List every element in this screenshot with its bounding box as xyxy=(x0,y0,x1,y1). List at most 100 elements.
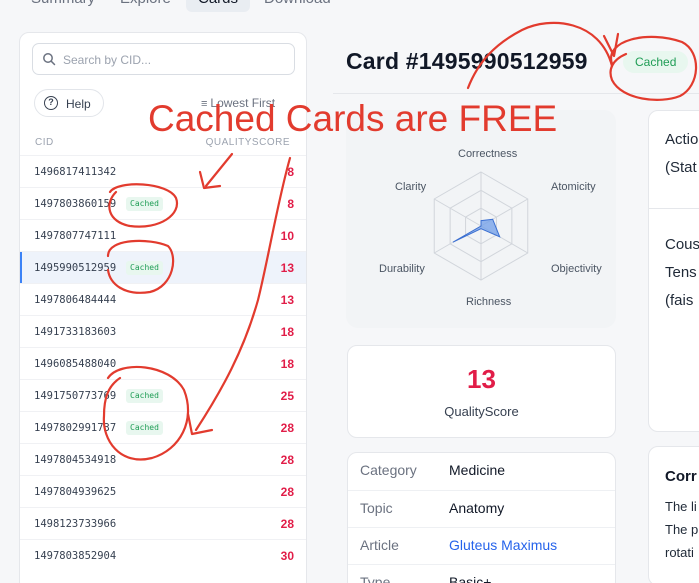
search-icon xyxy=(43,53,56,66)
meta-row-article: Article Gluteus Maximus xyxy=(348,527,615,564)
meta-value: Basic+ xyxy=(449,574,492,583)
quality-score: 8 xyxy=(287,197,294,211)
list-item[interactable]: 1497802991737 Cached 28 xyxy=(20,411,306,443)
meta-row-category: Category Medicine xyxy=(348,453,615,490)
quality-score: 13 xyxy=(280,261,294,275)
cached-badge: Cached xyxy=(126,197,163,211)
radar-label-durability: Durability xyxy=(379,263,425,275)
quality-score-value: 13 xyxy=(467,364,496,394)
tab-cards[interactable]: Cards xyxy=(186,0,251,12)
top-nav: Summary Explore Cards Download xyxy=(0,0,699,26)
quality-score: 8 xyxy=(287,165,294,179)
correctness-title: Corr xyxy=(665,468,697,485)
cached-badge: Cached xyxy=(126,261,163,275)
sort-icon: ≡ xyxy=(201,98,208,110)
quality-score-label: QualityScore xyxy=(444,404,519,419)
meta-value: Anatomy xyxy=(449,500,505,516)
card-content-panel: Actio (Stat Cous Tens (fais xyxy=(648,110,699,432)
cid-value: 1495990512959 xyxy=(34,262,117,274)
cid-value: 1491733183603 xyxy=(34,326,117,338)
quality-score: 28 xyxy=(280,453,294,467)
column-header-cid[interactable]: CID xyxy=(35,137,54,148)
content-line: The li xyxy=(665,499,697,514)
radar-label-richness: Richness xyxy=(466,296,512,308)
meta-row-type: Type Basic+ xyxy=(348,564,615,583)
radar-chart-card: Correctness Atomicity Objectivity Richne… xyxy=(346,110,616,328)
sort-label: Lowest First xyxy=(210,96,276,110)
quality-score: 28 xyxy=(280,485,294,499)
list-item[interactable]: 1498123733966 28 xyxy=(20,507,306,539)
cid-value: 1497807747111 xyxy=(34,230,117,242)
cid-value: 1497803852904 xyxy=(34,550,117,562)
radar-value-shape xyxy=(452,218,501,243)
meta-key: Category xyxy=(360,462,417,478)
sort-toggle[interactable]: ≡ Lowest First xyxy=(201,96,275,110)
cid-value: 1497802991737 xyxy=(34,422,117,434)
tab-summary[interactable]: Summary xyxy=(31,0,95,12)
quality-score: 28 xyxy=(280,517,294,531)
meta-value: Medicine xyxy=(449,462,506,478)
meta-row-topic: Topic Anatomy xyxy=(348,490,615,527)
quality-score: 18 xyxy=(280,357,294,371)
cached-badge: Cached xyxy=(623,51,689,73)
tab-download[interactable]: Download xyxy=(264,0,331,12)
content-line: Actio xyxy=(665,131,699,148)
list-item[interactable]: 1497804939625 28 xyxy=(20,475,306,507)
quality-score: 10 xyxy=(280,229,294,243)
content-line: Cous xyxy=(665,236,699,253)
cid-value: 1496817411342 xyxy=(34,166,117,178)
list-item[interactable]: 1497803860159 Cached 8 xyxy=(20,187,306,219)
list-item[interactable]: 1497803852904 30 xyxy=(20,539,306,571)
quality-score: 25 xyxy=(280,389,294,403)
question-icon: ? xyxy=(44,96,58,110)
list-item[interactable]: 1495990512959 Cached 13 xyxy=(20,251,306,283)
cid-value: 1497804939625 xyxy=(34,486,117,498)
help-label: Help xyxy=(66,97,91,111)
content-divider xyxy=(649,208,699,209)
article-link[interactable]: Gluteus Maximus xyxy=(449,537,557,553)
cid-value: 1498123733966 xyxy=(34,518,117,530)
card-list-panel: ? Help ≡Lowest First CID QUALITYSCORE 14… xyxy=(19,32,307,583)
quality-score-card: 13 QualityScore xyxy=(347,345,616,438)
cid-value: 1497806484444 xyxy=(34,294,117,306)
search-input[interactable] xyxy=(63,50,288,70)
quality-score: 28 xyxy=(280,421,294,435)
list-item[interactable]: 1491733183603 18 xyxy=(20,315,306,347)
search-box[interactable] xyxy=(32,43,295,75)
quality-score: 18 xyxy=(280,325,294,339)
meta-key: Topic xyxy=(360,500,393,516)
metadata-table: Category Medicine Topic Anatomy Article … xyxy=(347,452,616,583)
list-item[interactable]: 1497806484444 13 xyxy=(20,283,306,315)
cid-value: 1496085488040 xyxy=(34,358,117,370)
list-item[interactable]: 1496085488040 18 xyxy=(20,347,306,379)
radar-label-objectivity: Objectivity xyxy=(551,263,602,275)
header-divider xyxy=(333,93,699,94)
card-list: 1496817411342 8 1497803860159 Cached 8 149780… xyxy=(20,155,306,571)
content-line: Tens xyxy=(665,264,697,281)
list-item[interactable]: 1497804534918 28 xyxy=(20,443,306,475)
content-line: (Stat xyxy=(665,159,697,176)
help-button[interactable]: ? Help xyxy=(34,89,104,117)
correctness-panel: Corr The li The p rotati xyxy=(648,446,699,583)
content-line: (fais xyxy=(665,292,694,309)
cached-badge: Cached xyxy=(126,389,163,403)
cid-value: 1491750773769 xyxy=(34,390,117,402)
radar-label-correctness: Correctness xyxy=(458,148,518,160)
cid-value: 1497804534918 xyxy=(34,454,117,466)
page-title: Card #1495990512959 xyxy=(346,48,588,74)
quality-score: 13 xyxy=(280,293,294,307)
cached-badge: Cached xyxy=(126,421,163,435)
radar-label-clarity: Clarity xyxy=(395,181,427,193)
cid-value: 1497803860159 xyxy=(34,198,117,210)
list-item[interactable]: 1496817411342 8 xyxy=(20,155,306,187)
list-item[interactable]: 1491750773769 Cached 25 xyxy=(20,379,306,411)
meta-key: Type xyxy=(360,574,391,583)
radar-label-atomicity: Atomicity xyxy=(551,181,596,193)
list-item[interactable]: 1497807747111 10 xyxy=(20,219,306,251)
content-line: The p xyxy=(665,522,699,537)
meta-key: Article xyxy=(360,537,399,553)
content-line: rotati xyxy=(665,545,694,560)
tab-explore[interactable]: Explore xyxy=(120,0,171,12)
column-header-quality-score[interactable]: QUALITYSCORE xyxy=(206,137,290,148)
quality-score: 30 xyxy=(280,549,294,563)
